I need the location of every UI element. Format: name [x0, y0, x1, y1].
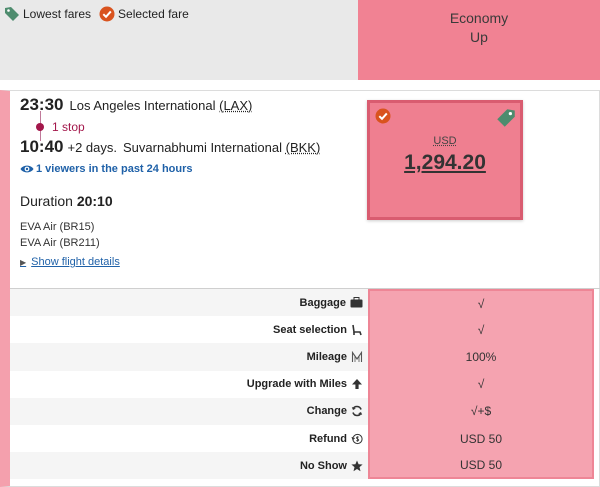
amenity-label: No Show [10, 452, 368, 480]
check-circle-icon [375, 108, 391, 124]
fare-legend: Lowest fares Selected fare [0, 0, 358, 80]
amenity-row-baggage: Baggage √ [10, 289, 600, 317]
legend-selected-fare: Selected fare [99, 6, 189, 22]
amenity-row-seat-selection: Seat selection √ [10, 316, 600, 344]
amenity-value: 100% [368, 343, 594, 371]
selected-fare-price-box[interactable]: USD 1,294.20 [367, 100, 523, 220]
legend-lowest-fares: Lowest fares [4, 6, 91, 22]
legend-selected-fare-label: Selected fare [118, 7, 189, 21]
price-tag-icon [5, 7, 19, 21]
price-amount[interactable]: 1,294.20 [370, 151, 520, 175]
amenity-label-text: No Show [299, 459, 347, 472]
price-tag-icon [497, 109, 515, 127]
amenity-row-change: Change √+$ [10, 397, 600, 425]
amenity-label-text: Upgrade with Miles [246, 378, 347, 391]
price-currency: USD [433, 135, 457, 147]
legend-lowest-fares-label: Lowest fares [23, 7, 92, 21]
viewers-notice: 1 viewers in the past 24 hours [20, 163, 370, 175]
flight-card: 23:30 Los Angeles International (LAX) 1 … [0, 90, 600, 487]
amenity-row-upgrade-with-miles: Upgrade with Miles √ [10, 370, 600, 398]
arrival-airport: Suvarnabhumi International (BKK) [123, 140, 320, 155]
stops-indicator: 1 stop [36, 111, 370, 141]
seat-icon [351, 324, 363, 336]
amenity-label-text: Baggage [299, 296, 346, 309]
amenity-label: Change [10, 397, 368, 425]
amenity-value: √+$ [368, 397, 594, 425]
arrival-airport-name: Suvarnabhumi International [123, 140, 282, 155]
show-flight-details-link[interactable]: ▶ Show flight details [20, 256, 370, 268]
amenity-label-text: Seat selection [273, 323, 347, 336]
amenity-label: Seat selection [10, 316, 368, 343]
fare-class-subname: Up [470, 29, 488, 45]
fare-column-header[interactable]: Economy Up [358, 0, 600, 80]
refund-icon [351, 433, 363, 445]
departure-airport-name: Los Angeles International [69, 98, 216, 113]
legend-row: Lowest fares Selected fare [4, 6, 197, 22]
amenity-label: Mileage [10, 343, 368, 371]
eye-icon [20, 165, 34, 173]
amenity-value: √ [368, 289, 594, 317]
arrival-row: 10:40 +2 days. Suvarnabhumi Internationa… [20, 137, 370, 157]
flight-duration: Duration 20:10 [20, 193, 370, 209]
check-circle-icon [99, 6, 115, 22]
fare-class-name: Economy [449, 10, 509, 26]
amenity-value: USD 50 [368, 424, 594, 453]
carrier-item: EVA Air (BR15) [20, 221, 95, 233]
fare-header: Lowest fares Selected fare Economy Up [0, 0, 600, 80]
stop-dot-icon [36, 123, 44, 131]
show-flight-details-label: Show flight details [31, 256, 120, 268]
arrow-up-icon [351, 378, 363, 390]
departure-row: 23:30 Los Angeles International (LAX) [20, 95, 370, 115]
departure-airport: Los Angeles International (LAX) [69, 98, 252, 113]
caret-right-icon: ▶ [20, 257, 27, 267]
amenity-label-text: Change [306, 405, 347, 418]
duration-label: Duration [20, 193, 73, 209]
carrier-item: EVA Air (BR211) [20, 237, 100, 249]
stop-count[interactable]: 1 stop [52, 120, 85, 134]
amenity-label-text: Refund [309, 432, 347, 445]
suitcase-icon [350, 297, 363, 308]
amenity-label: Baggage [10, 289, 368, 317]
departure-airport-code: (LAX) [219, 98, 253, 113]
amenity-value: √ [368, 316, 594, 344]
amenity-value: √ [368, 370, 594, 398]
mileage-icon [351, 350, 363, 363]
fare-amenities-table: Baggage √ Seat selection √ Mileage 100% … [10, 289, 600, 480]
arrival-time: 10:40 [20, 137, 64, 156]
viewers-text: 1 viewers in the past 24 hours [36, 163, 193, 175]
flight-info: 23:30 Los Angeles International (LAX) 1 … [20, 95, 370, 268]
refresh-icon [351, 405, 363, 417]
arrival-days-offset: +2 days. [67, 140, 117, 155]
carrier-list: EVA Air (BR15) EVA Air (BR211) [20, 219, 370, 251]
arrival-airport-code: (BKK) [285, 140, 321, 155]
amenity-row-refund: Refund USD 50 [10, 424, 600, 453]
amenity-label-text: Mileage [306, 350, 347, 363]
amenity-row-mileage: Mileage 100% [10, 343, 600, 371]
departure-time: 23:30 [20, 95, 64, 114]
amenity-value: USD 50 [368, 452, 594, 480]
amenity-label: Refund [10, 425, 368, 452]
amenity-label: Upgrade with Miles [10, 371, 368, 398]
star-icon [351, 460, 363, 472]
duration-value: 20:10 [76, 193, 113, 209]
amenity-row-no-show: No Show USD 50 [10, 452, 600, 480]
